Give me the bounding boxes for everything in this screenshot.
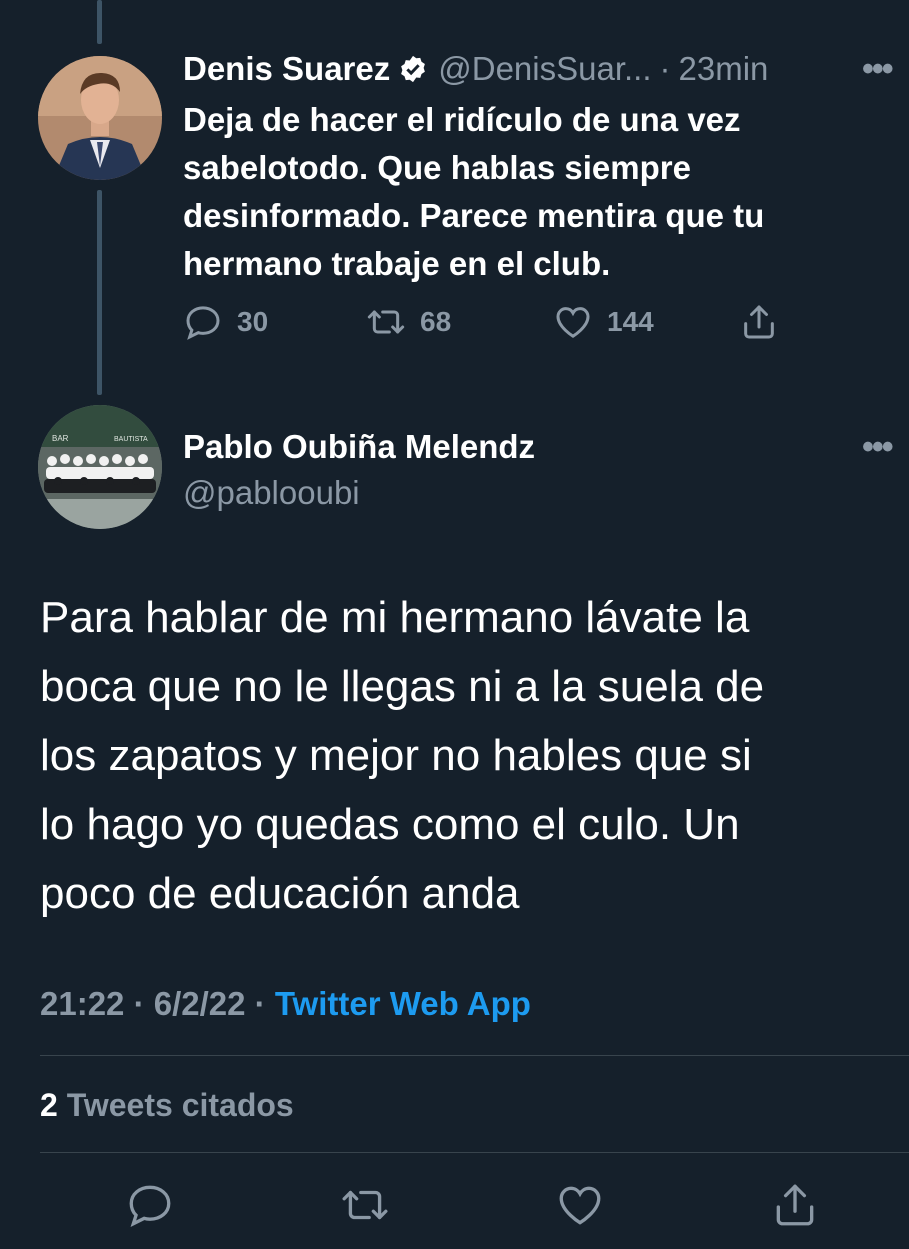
quote-tweets-link[interactable]: 2 Tweets citados: [40, 1087, 294, 1124]
quote-label: Tweets citados: [66, 1087, 294, 1123]
avatar-pablo[interactable]: BAR BAUTISTA: [38, 405, 162, 529]
like-icon: [556, 307, 590, 338]
display-name[interactable]: Denis Suarez: [183, 50, 390, 88]
reply-button[interactable]: 30: [183, 302, 268, 342]
like-count: 144: [607, 306, 654, 337]
tweet-text-line: hermano trabaje en el club.: [183, 245, 611, 282]
divider: [40, 1055, 909, 1056]
more-options-icon[interactable]: •••: [862, 50, 894, 89]
like-icon: [559, 1186, 601, 1225]
retweet-button[interactable]: [340, 1180, 390, 1230]
reply-button[interactable]: [125, 1180, 175, 1230]
retweet-button[interactable]: 68: [366, 302, 451, 342]
share-icon: [744, 305, 774, 339]
source-link[interactable]: Twitter Web App: [275, 985, 531, 1022]
main-handle[interactable]: @pablooubi: [183, 474, 360, 512]
verified-badge-icon: [398, 54, 428, 84]
separator: ·: [254, 985, 266, 1022]
thread-line-top: [97, 0, 102, 44]
retweet-count: 68: [420, 306, 452, 337]
retweet-icon: [342, 1190, 388, 1220]
tweet-text-line: los zapatos y mejor no hables que si: [40, 731, 752, 780]
separator: ·: [659, 50, 671, 87]
reply-tweet-actions: 30 68 144: [183, 302, 783, 346]
tweet-text-line: sabelotodo. Que hablas siempre: [183, 149, 691, 186]
separator: ·: [133, 985, 145, 1022]
sign-text-right: BAUTISTA: [114, 436, 148, 443]
reply-icon: [129, 1185, 171, 1228]
main-tweet-text: Para hablar de mi hermano lávate la boca…: [40, 583, 880, 928]
tweet-text-line: Deja de hacer el ridículo de una vez: [183, 101, 741, 138]
main-display-name[interactable]: Pablo Oubiña Melendz: [183, 428, 535, 466]
sign-text-left: BAR: [52, 434, 69, 443]
avatar-denis[interactable]: [38, 56, 162, 180]
tweet-text-line: poco de educación anda: [40, 869, 520, 918]
share-button[interactable]: [770, 1180, 820, 1230]
reply-icon: [186, 306, 220, 340]
like-button[interactable]: [555, 1180, 605, 1230]
tweet-time[interactable]: 21:22: [40, 985, 124, 1022]
share-button[interactable]: [739, 302, 779, 342]
tweet-text-line: Para hablar de mi hermano lávate la: [40, 593, 750, 642]
main-tweet-actions: [0, 1180, 909, 1230]
tweet-date[interactable]: 6/2/22: [154, 985, 246, 1022]
reply-count: 30: [237, 306, 269, 337]
thread-line-bottom: [97, 190, 102, 395]
quote-count: 2: [40, 1087, 58, 1123]
handle[interactable]: @DenisSuar...: [438, 50, 651, 88]
tweet-text-line: boca que no le llegas ni a la suela de: [40, 662, 765, 711]
reply-tweet-header: Denis Suarez @DenisSuar... · 23min: [183, 50, 768, 88]
reply-tweet-text: Deja de hacer el ridículo de una vez sab…: [183, 96, 883, 288]
tweet-meta: 21:22 · 6/2/22 · Twitter Web App: [40, 985, 531, 1023]
share-icon: [776, 1184, 814, 1226]
like-button[interactable]: 144: [553, 302, 654, 342]
tweet-text-line: desinformado. Parece mentira que tu: [183, 197, 765, 234]
tweet-text-line: lo hago yo quedas como el culo. Un: [40, 800, 740, 849]
timestamp[interactable]: 23min: [679, 50, 769, 88]
divider: [40, 1152, 909, 1153]
retweet-icon: [367, 310, 405, 334]
more-options-icon[interactable]: •••: [862, 428, 894, 467]
